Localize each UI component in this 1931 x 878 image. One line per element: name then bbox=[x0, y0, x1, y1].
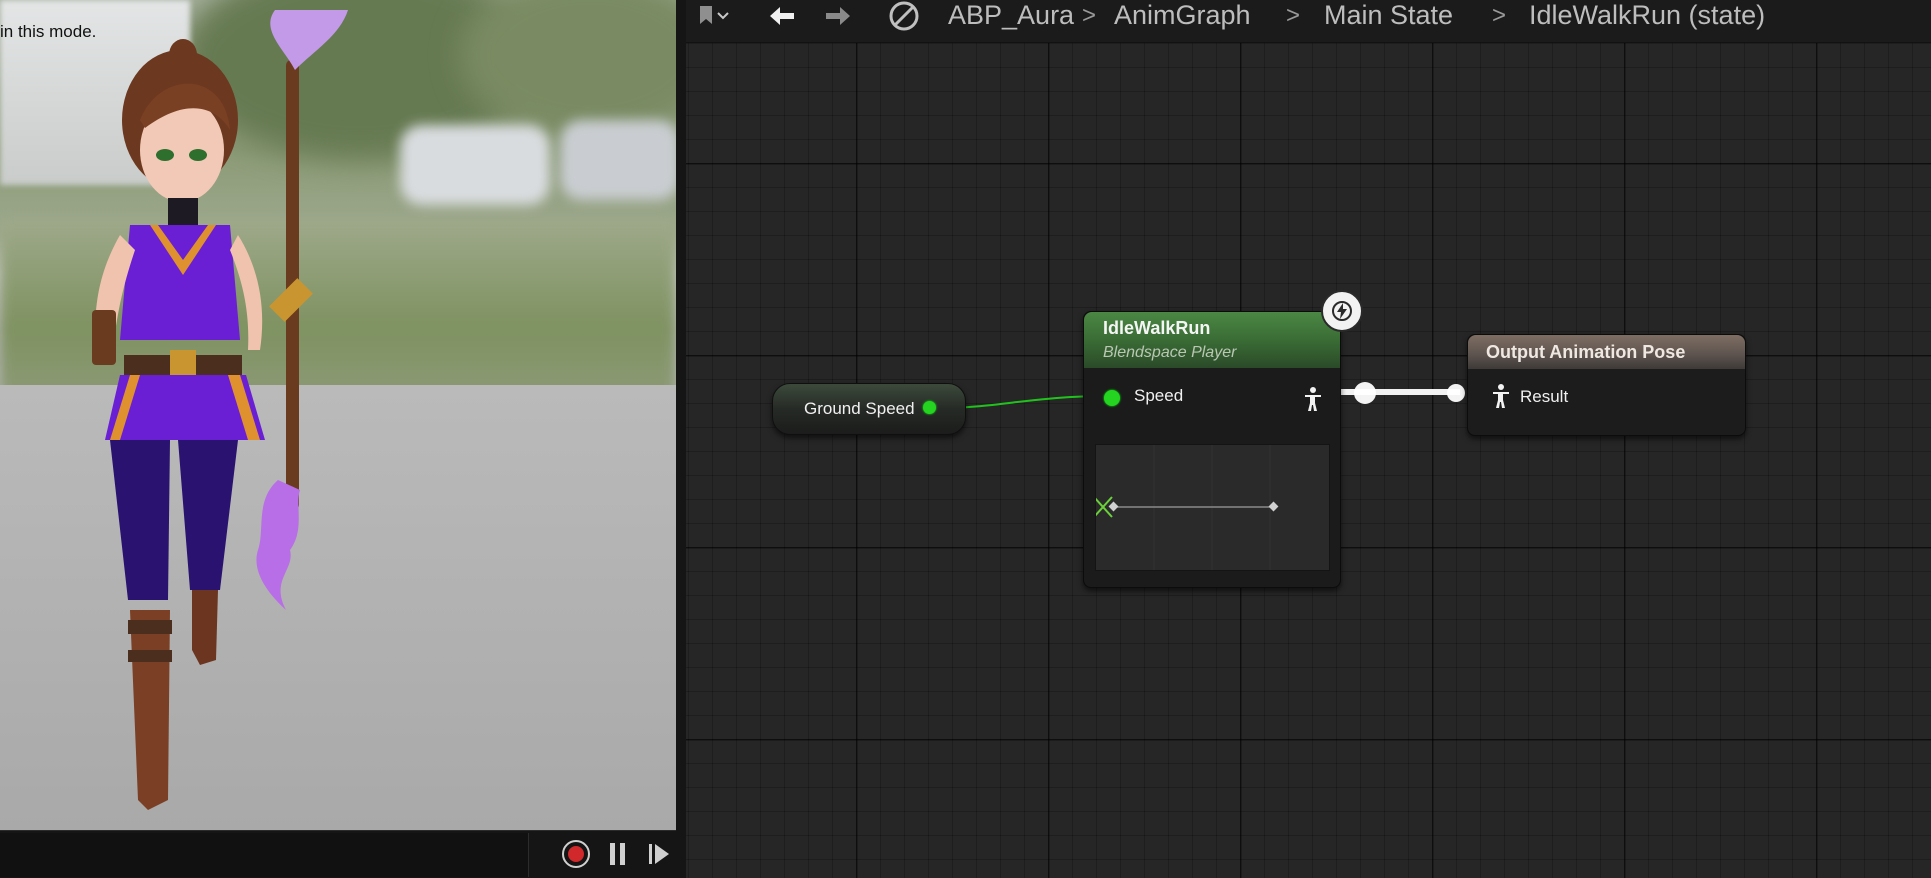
blueprint-type-button[interactable] bbox=[886, 0, 926, 32]
speed-pin-label: Speed bbox=[1134, 386, 1184, 405]
pause-icon bbox=[610, 843, 625, 865]
arrow-left-icon bbox=[770, 7, 794, 25]
graph-navigation-bar: ABP_Aura > AnimGraph > Main State > Idle… bbox=[686, 0, 1931, 43]
blendspace-node-title: IdleWalkRun bbox=[1103, 318, 1211, 338]
viewport-timeline-bar bbox=[0, 830, 676, 878]
panel-splitter[interactable] bbox=[676, 0, 686, 878]
forward-button[interactable] bbox=[822, 0, 858, 32]
ground-speed-label: Ground Speed bbox=[804, 399, 915, 418]
blendspace-node-subtitle: Blendspace Player bbox=[1103, 344, 1237, 361]
preview-scene[interactable]: in this mode. bbox=[0, 0, 676, 830]
blendspace-preview-graph bbox=[1093, 445, 1279, 570]
record-icon bbox=[562, 840, 590, 868]
background-car bbox=[400, 125, 550, 205]
background-car bbox=[560, 120, 676, 200]
back-button[interactable] bbox=[766, 0, 802, 32]
breadcrumb-separator: > bbox=[1286, 2, 1301, 29]
arrow-right-icon bbox=[826, 7, 850, 25]
no-symbol-icon bbox=[889, 1, 919, 31]
ground-speed-output-pin[interactable] bbox=[923, 401, 936, 414]
bookmark-button[interactable] bbox=[698, 0, 738, 32]
timeline-track[interactable] bbox=[0, 833, 529, 877]
breadcrumb-item[interactable]: AnimGraph bbox=[1114, 0, 1251, 30]
fast-path-lightning-icon bbox=[1321, 290, 1363, 332]
ground-speed-node[interactable]: Ground Speed bbox=[772, 383, 966, 435]
record-button[interactable] bbox=[559, 837, 593, 871]
blendspace-node-header: IdleWalkRun Blendspace Player bbox=[1084, 312, 1340, 368]
character-mesh[interactable] bbox=[90, 10, 360, 820]
breadcrumb-item-current[interactable]: IdleWalkRun (state) bbox=[1529, 0, 1765, 30]
breadcrumb-item[interactable]: ABP_Aura bbox=[948, 0, 1074, 30]
pause-button[interactable] bbox=[601, 837, 635, 871]
blendspace-preview bbox=[1093, 444, 1330, 571]
output-node-title: Output Animation Pose bbox=[1486, 342, 1686, 362]
pose-output-pin-icon[interactable] bbox=[1302, 386, 1324, 412]
breadcrumb-separator: > bbox=[1492, 2, 1507, 29]
viewport-mode-message: in this mode. bbox=[0, 22, 97, 41]
output-animation-pose-node[interactable]: Output Animation Pose Result bbox=[1467, 334, 1746, 436]
step-forward-icon bbox=[649, 844, 669, 864]
step-forward-button[interactable] bbox=[642, 837, 676, 871]
breadcrumb-separator: > bbox=[1082, 2, 1097, 29]
result-pin-label: Result bbox=[1520, 387, 1569, 406]
idle-walk-run-blendspace-node[interactable]: IdleWalkRun Blendspace Player Speed bbox=[1083, 311, 1341, 588]
speed-input-pin[interactable] bbox=[1104, 390, 1120, 406]
breadcrumb-item[interactable]: Main State bbox=[1324, 0, 1453, 30]
output-node-header: Output Animation Pose bbox=[1468, 335, 1745, 369]
bookmark-icon bbox=[700, 6, 729, 24]
result-input-pin-icon[interactable] bbox=[1490, 383, 1512, 409]
animation-preview-viewport[interactable]: in this mode. bbox=[0, 0, 676, 878]
